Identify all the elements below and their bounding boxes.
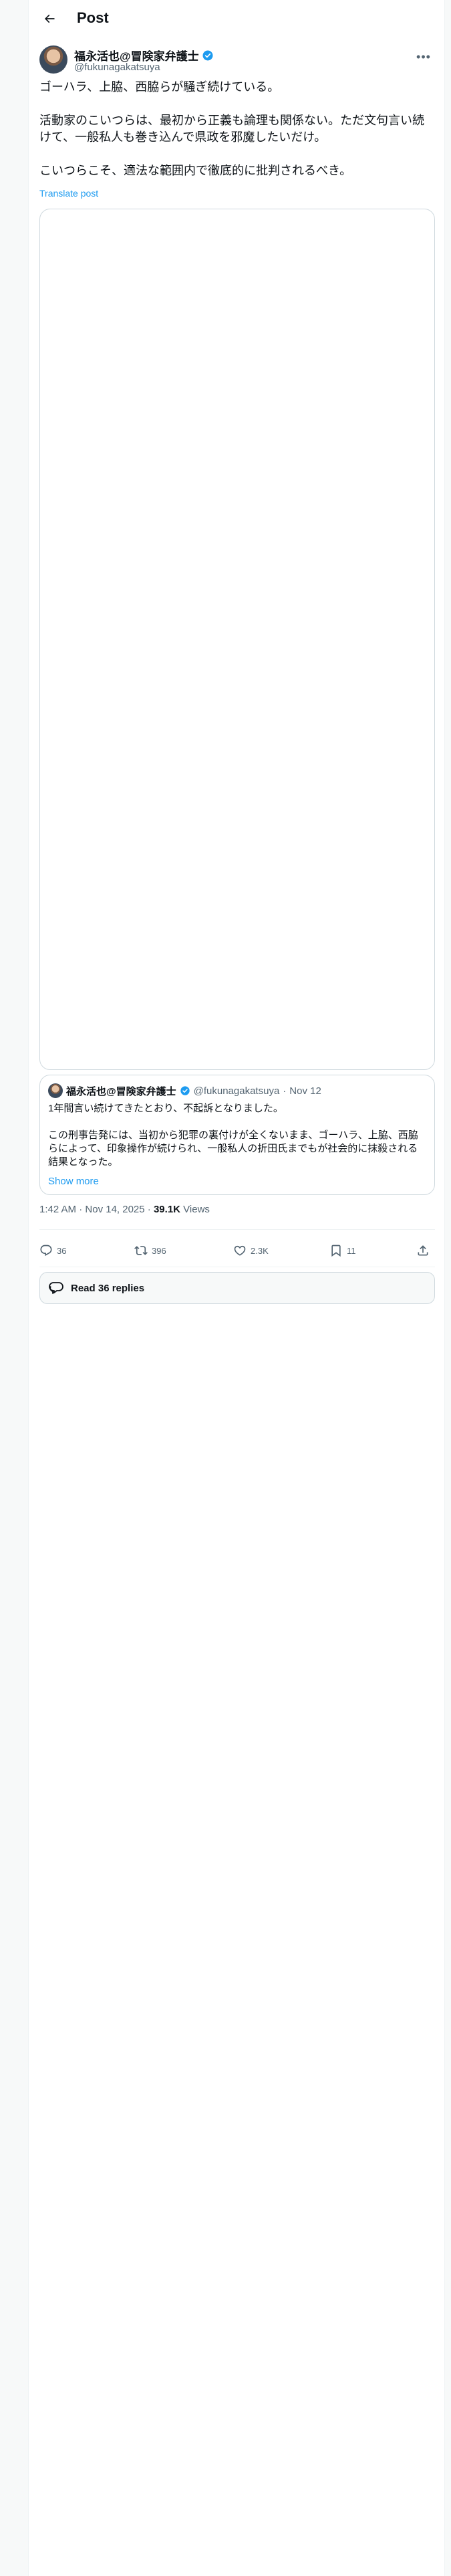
verified-badge-icon <box>180 1086 190 1095</box>
quote-author-handle: @fukunagakatsuya <box>193 1085 280 1097</box>
quoted-post[interactable]: 福永活也@冒険家弁護士 @fukunagakatsuya · Nov 12 1年… <box>39 1075 435 1195</box>
reply-button[interactable]: 36 <box>39 1237 66 1264</box>
quote-paragraph: 1年間言い続けてきたとおり、不起訴となりました。 <box>48 1103 283 1114</box>
verified-badge-icon <box>202 50 213 60</box>
quote-paragraph: この刑事告発には、当初から犯罪の裏付けが全くないまま、ゴーハラ、上脇、西脇らによ… <box>48 1130 418 1168</box>
quote-separator: · <box>283 1085 287 1097</box>
back-button[interactable] <box>38 7 61 30</box>
like-button[interactable]: 2.3K <box>233 1237 269 1264</box>
author-row: 福永活也@冒険家弁護士 @fukunagakatsuya ••• <box>39 45 435 75</box>
views-label: Views <box>183 1204 210 1215</box>
tweet-paragraph: ゴーハラ、上脇、西脇らが騒ぎ続けている。 <box>39 80 280 94</box>
tweet-paragraph: 活動家のこいつらは、最初から正義も論理も関係ない。ただ文句言い続けて、一般私人も… <box>39 114 424 144</box>
quote-author-name: 福永活也@冒険家弁護士 <box>66 1085 176 1097</box>
more-dots-icon: ••• <box>416 49 431 64</box>
tweet-paragraph <box>39 146 435 163</box>
divider <box>39 1229 435 1230</box>
bookmark-count: 11 <box>347 1245 356 1256</box>
quote-header: 福永活也@冒険家弁護士 @fukunagakatsuya · Nov 12 <box>48 1083 321 1098</box>
share-button[interactable] <box>416 1237 430 1264</box>
quote-paragraph <box>48 1115 426 1129</box>
page: Post 福永活也@冒険家弁護士 @fukunagakatsuya ••• ゴー… <box>0 0 451 2576</box>
post-column: Post 福永活也@冒険家弁護士 @fukunagakatsuya ••• ゴー… <box>28 0 445 2576</box>
quote-avatar <box>48 1083 63 1098</box>
chat-bubbles-icon <box>49 1282 63 1294</box>
reply-icon <box>40 1245 52 1257</box>
more-button[interactable]: ••• <box>412 45 435 68</box>
quote-date: Nov 12 <box>289 1085 321 1097</box>
header: Post <box>29 0 446 38</box>
post-time[interactable]: 1:42 AM <box>39 1204 76 1215</box>
tweet-paragraph: こいつらこそ、適法な範囲内で徹底的に批判されるべき。 <box>39 164 352 177</box>
bookmark-button[interactable]: 11 <box>329 1237 356 1264</box>
share-icon <box>418 1245 428 1256</box>
translate-post-link[interactable]: Translate post <box>39 188 98 199</box>
arrow-left-icon <box>44 14 55 23</box>
read-replies-label: Read 36 replies <box>71 1282 145 1294</box>
show-more-link[interactable]: Show more <box>48 1176 99 1187</box>
reply-count: 36 <box>57 1245 67 1256</box>
tweet-text: ゴーハラ、上脇、西脇らが騒ぎ続けている。 活動家のこいつらは、最初から正義も論理… <box>39 79 435 179</box>
repost-button[interactable]: 396 <box>134 1237 166 1264</box>
post-meta: 1:42 AM · Nov 14, 2025 · 39.1K Views <box>39 1204 210 1215</box>
author-handle[interactable]: @fukunagakatsuya <box>74 62 160 73</box>
meta-separator: · <box>79 1204 83 1215</box>
like-count: 2.3K <box>251 1245 269 1256</box>
bookmark-icon <box>331 1245 341 1257</box>
repost-count: 396 <box>152 1245 166 1256</box>
repost-icon <box>134 1246 148 1255</box>
action-bar: 36 396 2.3K 11 <box>39 1237 435 1264</box>
tweet-paragraph <box>39 96 435 112</box>
avatar[interactable] <box>39 45 67 74</box>
meta-separator: · <box>147 1204 151 1215</box>
page-title: Post <box>77 9 109 26</box>
post-date[interactable]: Nov 14, 2025 <box>85 1204 144 1215</box>
views-count: 39.1K <box>153 1204 180 1215</box>
media-image[interactable] <box>39 209 435 1070</box>
quote-text: 1年間言い続けてきたとおり、不起訴となりました。 この刑事告発には、当初から犯罪… <box>48 1102 426 1169</box>
heart-icon <box>234 1245 246 1256</box>
read-replies-button[interactable]: Read 36 replies <box>39 1272 435 1304</box>
